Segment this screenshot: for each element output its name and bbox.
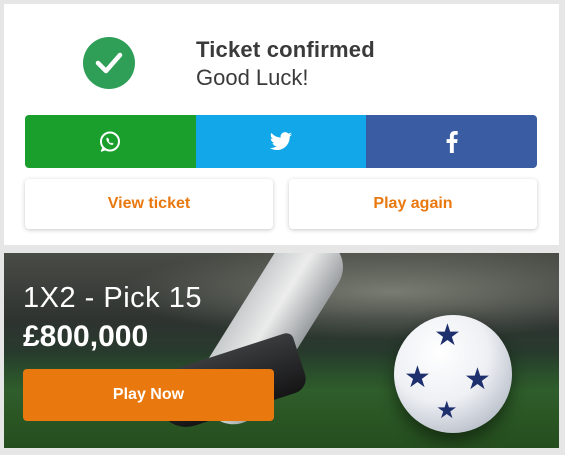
share-twitter-button[interactable]: [195, 115, 367, 168]
play-now-button[interactable]: Play Now: [23, 369, 274, 421]
game-promo-banner[interactable]: ★ ★ ★ ★ 1X2 - Pick 15 £800,000 Play Now: [4, 253, 559, 448]
check-circle-icon: [83, 37, 135, 89]
facebook-icon: [446, 130, 458, 153]
confirmation-card: Ticket confirmed Good Luck! View ticket …: [4, 4, 559, 245]
confirmation-title: Ticket confirmed: [196, 37, 375, 62]
game-name: 1X2 - Pick 15: [23, 282, 202, 314]
confirmation-subtitle: Good Luck!: [196, 65, 309, 90]
jackpot-amount: £800,000: [23, 320, 149, 353]
play-again-button[interactable]: Play again: [289, 179, 537, 229]
share-whatsapp-button[interactable]: [25, 115, 196, 168]
view-ticket-button[interactable]: View ticket: [25, 179, 273, 229]
football-image: ★ ★ ★ ★: [394, 315, 512, 433]
share-facebook-button[interactable]: [366, 115, 537, 168]
share-bar: [25, 115, 537, 168]
whatsapp-icon: [100, 131, 121, 152]
twitter-icon: [270, 131, 292, 150]
